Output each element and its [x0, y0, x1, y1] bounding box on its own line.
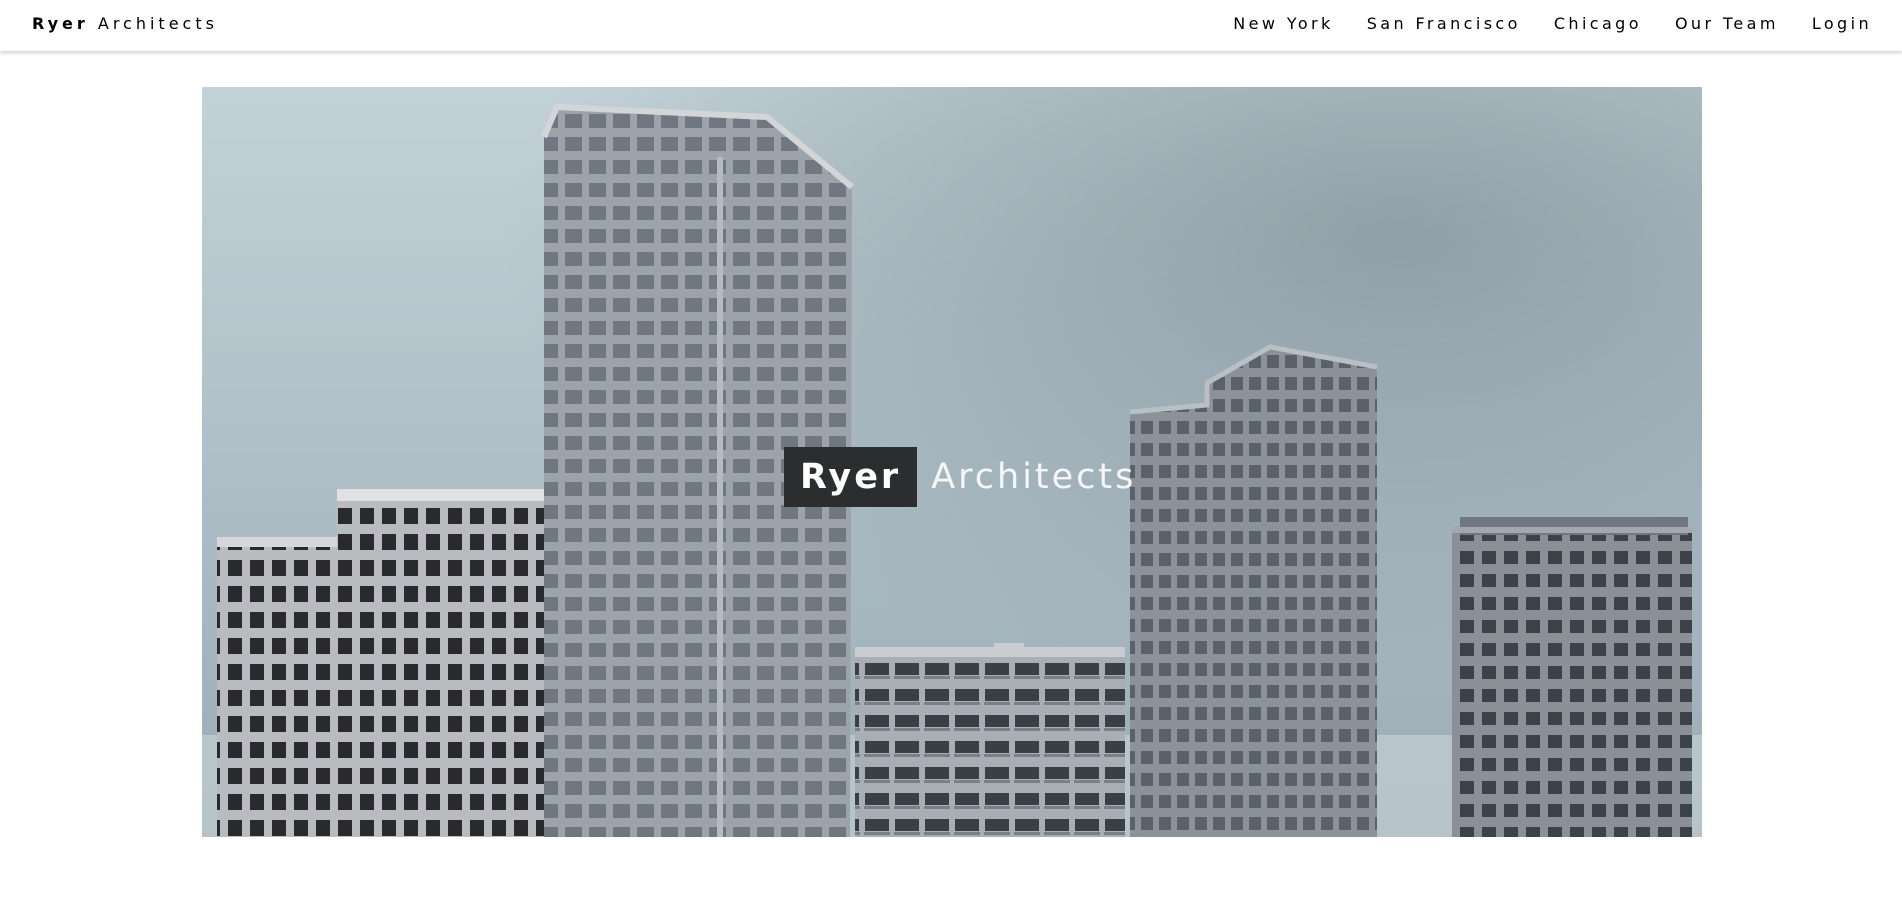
nav-link-our-team[interactable]: Our Team [1675, 14, 1779, 33]
brand-name-rest: Architects [97, 14, 218, 33]
hero-title-rest: Architects [931, 457, 1137, 497]
hero-title: Ryer Architects [784, 447, 1136, 507]
brand-logo-link[interactable]: Ryer Architects [32, 14, 218, 33]
hero-image: Ryer Architects [202, 87, 1702, 837]
brand-name-bold: Ryer [32, 14, 89, 33]
nav-link-chicago[interactable]: Chicago [1554, 14, 1642, 33]
main-nav: New York San Francisco Chicago Our Team … [1233, 14, 1872, 33]
nav-link-login[interactable]: Login [1812, 14, 1872, 33]
top-navbar: Ryer Architects New York San Francisco C… [0, 0, 1902, 51]
hero-title-bold: Ryer [784, 447, 918, 507]
nav-link-new-york[interactable]: New York [1233, 14, 1333, 33]
nav-link-san-francisco[interactable]: San Francisco [1367, 14, 1521, 33]
